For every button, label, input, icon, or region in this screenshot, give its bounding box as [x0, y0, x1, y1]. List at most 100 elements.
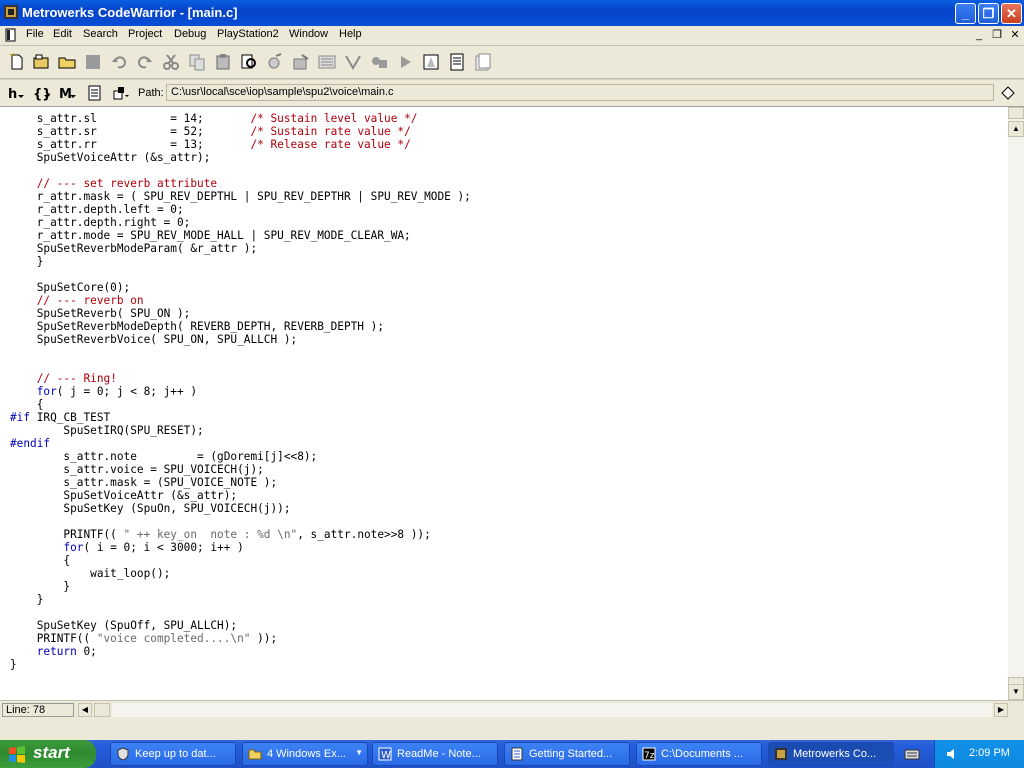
- version-control-icon[interactable]: [112, 85, 130, 101]
- source-code[interactable]: s_attr.sl = 14; /* Sustain level value *…: [10, 112, 471, 671]
- code-editor[interactable]: s_attr.sl = 14; /* Sustain level value *…: [0, 107, 1008, 700]
- new-project-icon[interactable]: [32, 53, 50, 71]
- compile-icon[interactable]: [292, 53, 310, 71]
- task-metrowerks-codewarrior[interactable]: Metrowerks Co...: [768, 742, 894, 766]
- split-pane-handle[interactable]: [1008, 107, 1024, 119]
- find-in-files-icon[interactable]: [266, 53, 284, 71]
- diamond-icon[interactable]: [1001, 86, 1015, 100]
- volume-icon[interactable]: [945, 746, 961, 762]
- menu-file[interactable]: File: [26, 28, 44, 40]
- code-line[interactable]: [10, 359, 471, 372]
- code-line[interactable]: // --- set reverb attribute: [10, 177, 471, 190]
- menu-playstation2[interactable]: PlayStation2: [217, 28, 279, 40]
- code-line[interactable]: #endif: [10, 437, 471, 450]
- code-line[interactable]: for( i = 0; i < 3000; i++ ): [10, 541, 471, 554]
- code-line[interactable]: r_attr.depth.left = 0;: [10, 203, 471, 216]
- code-line[interactable]: PRINTF(( " ++ key_on note : %d \n", s_at…: [10, 528, 471, 541]
- task-documents[interactable]: 7z C:\Documents ...: [636, 742, 762, 766]
- code-line[interactable]: s_attr.sl = 14; /* Sustain level value *…: [10, 112, 471, 125]
- document-settings-icon[interactable]: [86, 85, 104, 101]
- code-line[interactable]: [10, 164, 471, 177]
- copy-icon[interactable]: [188, 53, 206, 71]
- task-getting-started[interactable]: Getting Started...: [504, 742, 630, 766]
- new-file-icon[interactable]: [8, 53, 26, 71]
- save-icon[interactable]: [84, 53, 102, 71]
- make-icon[interactable]: [318, 53, 336, 71]
- code-line[interactable]: SpuSetReverbModeDepth( REVERB_DEPTH, REV…: [10, 320, 471, 333]
- mdi-restore-button[interactable]: ❐: [990, 28, 1004, 42]
- code-line[interactable]: s_attr.rr = 13; /* Release rate value */: [10, 138, 471, 151]
- scroll-track[interactable]: [1008, 137, 1024, 683]
- code-line[interactable]: SpuSetVoiceAttr (&s_attr);: [10, 151, 471, 164]
- code-line[interactable]: s_attr.voice = SPU_VOICECH(j);: [10, 463, 471, 476]
- menu-window[interactable]: Window: [289, 28, 328, 40]
- code-line[interactable]: r_attr.mode = SPU_REV_MODE_HALL | SPU_RE…: [10, 229, 471, 242]
- close-button[interactable]: ✕: [1001, 3, 1022, 24]
- code-line[interactable]: SpuSetKey (SpuOff, SPU_ALLCH);: [10, 619, 471, 632]
- braces-popup-icon[interactable]: {}: [32, 85, 50, 101]
- horizontal-scroll-track[interactable]: [112, 703, 992, 717]
- scroll-right-button[interactable]: ▶: [994, 703, 1008, 717]
- code-line[interactable]: return 0;: [10, 645, 471, 658]
- code-line[interactable]: }: [10, 580, 471, 593]
- horizontal-scroll-thumb[interactable]: [94, 703, 110, 717]
- code-line[interactable]: SpuSetIRQ(SPU_RESET);: [10, 424, 471, 437]
- code-line[interactable]: }: [10, 593, 471, 606]
- start-button[interactable]: start: [0, 740, 96, 768]
- find-icon[interactable]: [240, 53, 258, 71]
- code-line[interactable]: }: [10, 658, 471, 671]
- cut-icon[interactable]: [162, 53, 180, 71]
- keyboard-icon[interactable]: [904, 746, 920, 762]
- code-line[interactable]: r_attr.mask = ( SPU_REV_DEPTHL | SPU_REV…: [10, 190, 471, 203]
- code-line[interactable]: #if IRQ_CB_TEST: [10, 411, 471, 424]
- horizontal-scrollbar[interactable]: ◀ ▶: [78, 703, 1008, 717]
- code-line[interactable]: // --- Ring!: [10, 372, 471, 385]
- maximize-button[interactable]: ❐: [978, 3, 999, 24]
- task-readme-notepad[interactable]: W ReadMe - Note...: [372, 742, 498, 766]
- code-line[interactable]: s_attr.sr = 52; /* Sustain rate value */: [10, 125, 471, 138]
- scroll-up-button[interactable]: ▲: [1008, 121, 1024, 137]
- header-file-icon[interactable]: [448, 53, 466, 71]
- menu-help[interactable]: Help: [339, 28, 362, 40]
- code-line[interactable]: SpuSetKey (SpuOn, SPU_VOICECH(j));: [10, 502, 471, 515]
- file-list-icon[interactable]: [474, 53, 492, 71]
- mdi-close-button[interactable]: ✕: [1008, 28, 1022, 42]
- run-icon[interactable]: [396, 53, 414, 71]
- code-line[interactable]: SpuSetCore(0);: [10, 281, 471, 294]
- code-line[interactable]: {: [10, 398, 471, 411]
- minimize-button[interactable]: _: [955, 3, 976, 24]
- menu-edit[interactable]: Edit: [53, 28, 72, 40]
- menu-project[interactable]: Project: [128, 28, 162, 40]
- task-windows-explorer[interactable]: 4 Windows Ex... ▼: [242, 742, 368, 766]
- code-line[interactable]: [10, 346, 471, 359]
- document-icon[interactable]: [4, 28, 18, 42]
- code-line[interactable]: SpuSetReverbVoice( SPU_ON, SPU_ALLCH );: [10, 333, 471, 346]
- code-line[interactable]: }: [10, 255, 471, 268]
- code-line[interactable]: {: [10, 554, 471, 567]
- code-line[interactable]: s_attr.mask = (SPU_VOICE_NOTE );: [10, 476, 471, 489]
- undo-icon[interactable]: [110, 53, 128, 71]
- redo-icon[interactable]: [136, 53, 154, 71]
- scroll-down-button[interactable]: ▼: [1008, 684, 1024, 700]
- code-line[interactable]: SpuSetReverb( SPU_ON );: [10, 307, 471, 320]
- disassemble-icon[interactable]: [422, 53, 440, 71]
- vertical-scrollbar[interactable]: ▲ ▼: [1008, 107, 1024, 700]
- code-line[interactable]: [10, 268, 471, 281]
- code-line[interactable]: [10, 606, 471, 619]
- code-line[interactable]: SpuSetReverbModeParam( &r_attr );: [10, 242, 471, 255]
- marker-popup-icon[interactable]: M: [58, 85, 76, 101]
- code-line[interactable]: // --- reverb on: [10, 294, 471, 307]
- code-line[interactable]: r_attr.depth.right = 0;: [10, 216, 471, 229]
- task-keep-up-to-date[interactable]: Keep up to dat...: [110, 742, 236, 766]
- mdi-minimize-button[interactable]: _: [972, 28, 986, 42]
- code-line[interactable]: PRINTF(( "voice completed....\n" ));: [10, 632, 471, 645]
- code-line[interactable]: wait_loop();: [10, 567, 471, 580]
- code-line[interactable]: SpuSetVoiceAttr (&s_attr);: [10, 489, 471, 502]
- function-popup-icon[interactable]: h: [6, 85, 24, 101]
- code-line[interactable]: for( j = 0; j < 8; j++ ): [10, 385, 471, 398]
- menu-debug[interactable]: Debug: [174, 28, 206, 40]
- menu-search[interactable]: Search: [83, 28, 118, 40]
- open-folder-icon[interactable]: [58, 53, 76, 71]
- code-line[interactable]: [10, 515, 471, 528]
- code-line[interactable]: s_attr.note = (gDoremi[j]<<8);: [10, 450, 471, 463]
